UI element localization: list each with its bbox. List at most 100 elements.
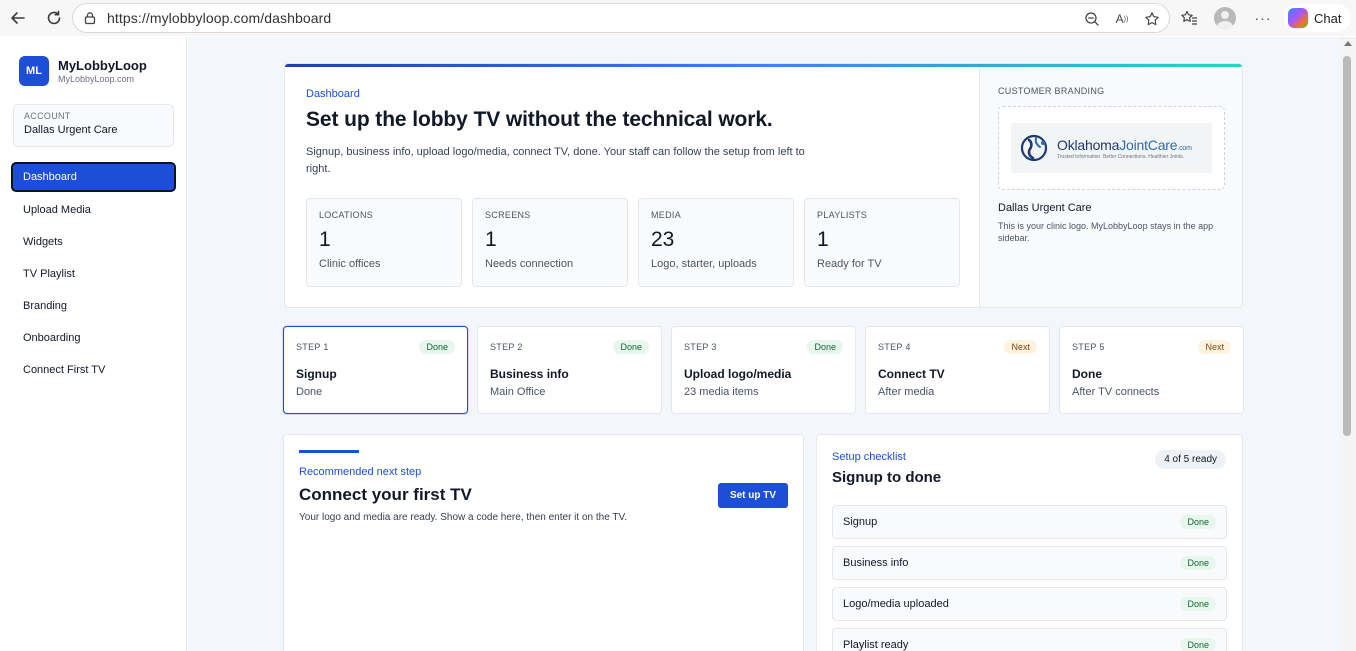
step-card-2[interactable]: STEP 2 Done Business info Main Office (477, 326, 662, 414)
list-item[interactable]: Business info Done (832, 546, 1227, 580)
stat-sub: Needs connection (485, 258, 574, 270)
hero-card: Dashboard Set up the lobby TV without th… (284, 63, 1243, 308)
customer-logo-box: OklahomaJointCare.com Trusted Informatio… (998, 106, 1225, 190)
brand-sub: MyLobbyLoop.com (58, 74, 135, 84)
sidebar-item-widgets[interactable]: Widgets (11, 226, 176, 258)
zoom-icon[interactable] (1081, 8, 1103, 30)
address-bar[interactable]: https://mylobbyloop.com/dashboard A)) (72, 3, 1170, 33)
step-card-1[interactable]: STEP 1 Done Signup Done (283, 326, 468, 414)
checklist-count-badge: 4 of 5 ready (1155, 450, 1226, 469)
copilot-icon (1288, 8, 1308, 28)
status-badge: Done (1180, 638, 1216, 651)
next-description: Your logo and media are ready. Show a co… (299, 512, 628, 523)
sidebar-menu: Dashboard Upload Media Widgets TV Playli… (11, 162, 176, 386)
next-eyebrow: Recommended next step (299, 466, 422, 478)
setup-steps: STEP 1 Done Signup Done STEP 2 Done Busi… (283, 326, 1244, 414)
sidebar-item-upload-media[interactable]: Upload Media (11, 194, 176, 226)
branding-clinic-name: Dallas Urgent Care (998, 202, 1092, 214)
step-sub: Main Office (490, 386, 546, 398)
step-card-5[interactable]: STEP 5 Next Done After TV connects (1059, 326, 1244, 414)
stat-sub: Ready for TV (817, 258, 882, 270)
url-text: https://mylobbyloop.com/dashboard (107, 10, 332, 26)
stat-label: MEDIA (651, 210, 682, 220)
step-title: Done (1072, 367, 1102, 381)
brand-name: MyLobbyLoop (58, 58, 147, 73)
logo-suffix: .com (1177, 144, 1192, 152)
arrow-left-icon (11, 12, 25, 24)
sidebar-item-tv-playlist[interactable]: TV Playlist (11, 258, 176, 290)
sidebar-item-onboarding[interactable]: Onboarding (11, 322, 176, 354)
reload-button[interactable] (40, 4, 68, 32)
stat-locations: LOCATIONS 1 Clinic offices (306, 198, 462, 287)
status-badge: Done (1180, 597, 1216, 611)
checklist-eyebrow: Setup checklist (832, 451, 906, 463)
stat-sub: Clinic offices (319, 258, 381, 270)
brand-badge: ML (19, 56, 49, 86)
stats-row: LOCATIONS 1 Clinic offices SCREENS 1 Nee… (306, 198, 960, 287)
favorites-icon[interactable] (1178, 7, 1200, 29)
status-badge: Done (807, 340, 843, 354)
sidebar-item-connect-first-tv[interactable]: Connect First TV (11, 354, 176, 386)
logo-word-oklahoma: Oklahoma (1057, 136, 1120, 153)
stat-label: PLAYLISTS (817, 210, 868, 220)
sidebar-item-dashboard[interactable]: Dashboard (11, 162, 176, 192)
brand[interactable]: ML MyLobbyLoop MyLobbyLoop.com (19, 56, 147, 86)
step-card-4[interactable]: STEP 4 Next Connect TV After media (865, 326, 1050, 414)
branding-note: This is your clinic logo. MyLobbyLoop st… (998, 221, 1214, 243)
main-content: Dashboard Set up the lobby TV without th… (188, 37, 1340, 651)
profile-avatar-icon[interactable] (1214, 7, 1236, 29)
scroll-up-icon[interactable] (1344, 41, 1352, 46)
browser-toolbar: https://mylobbyloop.com/dashboard A)) ··… (0, 0, 1356, 36)
account-name: Dallas Urgent Care (24, 124, 118, 136)
chat-label: Chat (1314, 10, 1342, 26)
stat-screens: SCREENS 1 Needs connection (472, 198, 628, 287)
customer-branding-panel: CUSTOMER BRANDING OklahomaJointCare.com … (979, 67, 1242, 307)
copilot-chat-button[interactable]: Chat (1284, 4, 1352, 32)
reload-icon (47, 10, 61, 25)
status-badge: Done (613, 340, 649, 354)
page-scrollbar[interactable] (1340, 37, 1356, 651)
stat-label: SCREENS (485, 210, 531, 220)
customer-logo: OklahomaJointCare.com Trusted Informatio… (1011, 123, 1212, 173)
setup-checklist-card: Setup checklist Signup to done 4 of 5 re… (816, 434, 1243, 651)
stat-media: MEDIA 23 Logo, starter, uploads (638, 198, 794, 287)
stat-playlists: PLAYLISTS 1 Ready for TV (804, 198, 960, 287)
favorite-star-icon[interactable] (1141, 8, 1163, 30)
checklist-items: Signup Done Business info Done Logo/medi… (832, 505, 1227, 651)
status-badge: Next (1004, 340, 1037, 354)
status-badge: Done (419, 340, 455, 354)
stat-value: 1 (319, 228, 331, 251)
recommended-next-step-card: Recommended next step Connect your first… (283, 434, 804, 651)
checklist-title: Signup to done (832, 469, 942, 486)
status-badge: Done (1180, 515, 1216, 529)
list-item[interactable]: Signup Done (832, 505, 1227, 539)
logo-tagline: Trusted Information. Better Connections.… (1057, 153, 1185, 160)
back-button[interactable] (4, 4, 32, 32)
stat-value: 23 (651, 228, 675, 251)
checklist-item-name: Playlist ready (843, 639, 909, 651)
lock-icon (82, 10, 98, 26)
checklist-item-name: Logo/media uploaded (843, 598, 949, 610)
next-accent-bar (299, 450, 359, 453)
checklist-item-name: Business info (843, 557, 909, 569)
sidebar-item-branding[interactable]: Branding (11, 290, 176, 322)
set-up-tv-button[interactable]: Set up TV (718, 483, 788, 508)
account-label: ACCOUNT (24, 111, 71, 121)
read-aloud-icon[interactable]: A)) (1111, 8, 1133, 30)
step-title: Connect TV (878, 367, 945, 381)
list-item[interactable]: Logo/media uploaded Done (832, 587, 1227, 621)
account-box[interactable]: ACCOUNT Dallas Urgent Care (13, 104, 174, 147)
step-sub: Done (296, 386, 323, 398)
list-item[interactable]: Playlist ready Done (832, 628, 1227, 651)
stat-sub: Logo, starter, uploads (651, 258, 757, 270)
more-menu-icon[interactable]: ··· (1252, 7, 1274, 29)
hero-eyebrow: Dashboard (306, 88, 360, 100)
page-title: Set up the lobby TV without the technica… (306, 108, 773, 131)
status-badge: Next (1198, 340, 1231, 354)
step-card-3[interactable]: STEP 3 Done Upload logo/media 23 media i… (671, 326, 856, 414)
branding-eyebrow: CUSTOMER BRANDING (998, 86, 1105, 96)
status-badge: Done (1180, 556, 1216, 570)
scrollbar-thumb[interactable] (1343, 56, 1351, 436)
checklist-item-name: Signup (843, 516, 878, 528)
hero-description: Signup, business info, upload logo/media… (306, 146, 805, 175)
